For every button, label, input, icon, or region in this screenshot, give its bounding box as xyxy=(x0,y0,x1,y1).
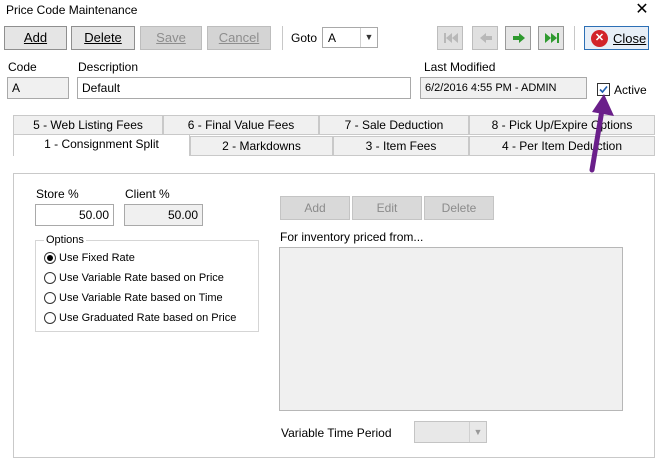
code-field[interactable]: A xyxy=(7,77,69,99)
tab-sale-deduction[interactable]: 7 - Sale Deduction xyxy=(319,115,469,135)
tab-item-fees[interactable]: 3 - Item Fees xyxy=(333,136,469,156)
radio-graduated-rate-price-label: Use Graduated Rate based on Price xyxy=(59,312,237,324)
toolbar-separator xyxy=(282,26,283,50)
first-record-button[interactable] xyxy=(437,26,463,50)
rate-add-button[interactable]: Add xyxy=(280,196,350,220)
radio-variable-rate-time[interactable] xyxy=(44,292,56,304)
window-close-icon[interactable]: ✕ xyxy=(632,1,652,19)
variable-time-period-select[interactable]: ▼ xyxy=(414,421,487,443)
last-modified-field: 6/2/2016 4:55 PM - ADMIN xyxy=(420,77,587,99)
close-button-label: Close xyxy=(613,31,647,46)
radio-variable-rate-price[interactable] xyxy=(44,272,56,284)
goto-label: Goto xyxy=(291,31,318,45)
active-tab-bridge xyxy=(14,156,190,173)
purple-arrow-icon xyxy=(589,94,614,173)
arrow-right-icon xyxy=(513,33,525,43)
rate-edit-button[interactable]: Edit xyxy=(352,196,422,220)
previous-record-button[interactable] xyxy=(472,26,498,50)
cancel-button[interactable]: Cancel xyxy=(207,26,271,50)
tab-final-value-fees[interactable]: 6 - Final Value Fees xyxy=(163,115,319,135)
radio-graduated-rate-price[interactable] xyxy=(44,312,56,324)
skip-first-icon xyxy=(444,33,458,43)
description-label: Description xyxy=(78,60,139,74)
close-button[interactable]: ✕ Close xyxy=(584,26,649,50)
arrow-left-icon xyxy=(480,33,492,43)
last-record-button[interactable] xyxy=(538,26,564,50)
tab-markdowns[interactable]: 2 - Markdowns xyxy=(190,136,333,156)
toolbar-separator xyxy=(574,26,575,50)
description-field[interactable]: Default xyxy=(77,77,411,99)
tab-per-item-deduction[interactable]: 4 - Per Item Deduction xyxy=(469,136,655,156)
chevron-down-icon[interactable]: ▼ xyxy=(469,422,486,442)
tab-web-listing-fees[interactable]: 5 - Web Listing Fees xyxy=(13,115,163,135)
code-label: Code xyxy=(8,60,37,74)
goto-select-value: A xyxy=(328,31,337,45)
tab-pick-up-expire-options[interactable]: 8 - Pick Up/Expire Options xyxy=(469,115,655,135)
radio-fixed-rate-label: Use Fixed Rate xyxy=(59,252,135,264)
client-percent-label: Client % xyxy=(125,187,170,201)
skip-last-icon xyxy=(545,33,559,43)
save-button[interactable]: Save xyxy=(140,26,202,50)
radio-fixed-rate[interactable] xyxy=(44,252,56,264)
add-button[interactable]: Add xyxy=(4,26,67,50)
inventory-priced-caption: For inventory priced from... xyxy=(280,230,424,244)
goto-select[interactable]: A ▼ xyxy=(322,27,378,48)
variable-time-period-label: Variable Time Period xyxy=(281,426,392,440)
radio-variable-rate-price-label: Use Variable Rate based on Price xyxy=(59,272,224,284)
store-percent-label: Store % xyxy=(36,187,79,201)
window-title: Price Code Maintenance xyxy=(6,3,138,17)
radio-selected-dot xyxy=(47,255,53,261)
radio-variable-rate-time-label: Use Variable Rate based on Time xyxy=(59,292,223,304)
tab-consignment-split[interactable]: 1 - Consignment Split xyxy=(13,134,190,156)
last-modified-label: Last Modified xyxy=(424,60,496,74)
delete-button[interactable]: Delete xyxy=(71,26,135,50)
next-record-button[interactable] xyxy=(505,26,531,50)
client-percent-field: 50.00 xyxy=(124,204,203,226)
chevron-down-icon[interactable]: ▼ xyxy=(360,28,377,47)
rate-delete-button[interactable]: Delete xyxy=(424,196,494,220)
close-circle-icon: ✕ xyxy=(591,30,608,47)
store-percent-field[interactable]: 50.00 xyxy=(35,204,114,226)
options-group-label: Options xyxy=(44,234,86,246)
rate-list[interactable] xyxy=(279,247,623,411)
